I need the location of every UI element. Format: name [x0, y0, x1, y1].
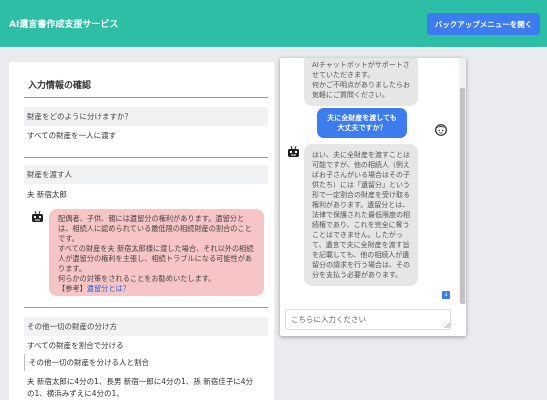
chat-scrollbar[interactable]: [459, 58, 466, 304]
answer-value: の1、横浜みずえに4分の1、: [27, 389, 124, 398]
divider: [24, 307, 268, 308]
user-avatar-icon: [435, 124, 447, 136]
divider: [24, 157, 268, 158]
question-label: その他一切の財産の分け方: [24, 317, 268, 336]
open-backup-menu-button[interactable]: バックアップメニューを開く: [427, 13, 540, 35]
resize-grip-icon[interactable]: [444, 322, 450, 328]
input-confirmation-panel: 入力情報の確認 財産をどのように分けますか？ すべての財産を一人に渡す 財産を渡…: [9, 62, 274, 400]
panel-title: 入力情報の確認: [28, 81, 92, 91]
top-bar: AI遺言書作成支援サービス バックアップメニューを開く: [0, 0, 547, 47]
sub-question-label: その他一切の財産を分ける人と割合: [24, 354, 268, 371]
answer-value: すべての財産を割合で分ける: [27, 341, 124, 350]
bot-message: AIチャットボットがサポートさせていただきます。 何かご不明点がありましたらお気…: [304, 58, 418, 106]
answer-value: 夫 新宿太郎: [27, 190, 67, 199]
legal-reserve-warning-bubble: 配偶者、子供、親には遺留分の権利があります。遺留分とは、相続人に認められている最…: [49, 209, 264, 296]
answer-value: すべての財産を一人に渡す: [27, 131, 117, 140]
divider: [24, 97, 268, 98]
reference-prefix: 【参考】: [58, 284, 87, 293]
bot-message-text: はい、夫に全財産を渡すことは可能ですが、他の相続人（例えばお子さんがいる場合はそ…: [312, 151, 410, 279]
legal-reserve-link[interactable]: 遺留分とは？: [87, 284, 130, 293]
answer-value: 夫 新宿太郎に4分の1、長男 新宿一郎に4分の1、孫 新宿佳子に4分: [27, 377, 254, 386]
question-label: 財産をどのように分けますか？: [24, 107, 268, 126]
chat-input[interactable]: [285, 309, 451, 330]
robot-icon: [288, 146, 299, 157]
robot-icon: [32, 211, 43, 222]
download-icon[interactable]: ↓: [442, 291, 450, 299]
app-title: AI遺言書作成支援サービス: [9, 20, 119, 30]
user-message-text: 夫に全財産を渡しても大丈夫ですか？: [327, 114, 397, 132]
warning-text: 配偶者、子供、親には遺留分の権利があります。遺留分とは、相続人に認められている最…: [58, 214, 254, 283]
bot-message-text: AIチャットボットがサポートさせていただきます。 何かご不明点がありましたらお気…: [312, 61, 410, 99]
chat-scroll-thumb[interactable]: [460, 88, 465, 304]
user-message: 夫に全財産を渡しても大丈夫ですか？: [317, 108, 407, 138]
bot-message: はい、夫に全財産を渡すことは可能ですが、他の相続人（例えばお子さんがいる場合はそ…: [304, 144, 418, 286]
chatbot-window: AIチャットボットがサポートさせていただきます。 何かご不明点がありましたらお気…: [280, 58, 466, 336]
question-label: 財産を渡す人: [24, 165, 268, 184]
